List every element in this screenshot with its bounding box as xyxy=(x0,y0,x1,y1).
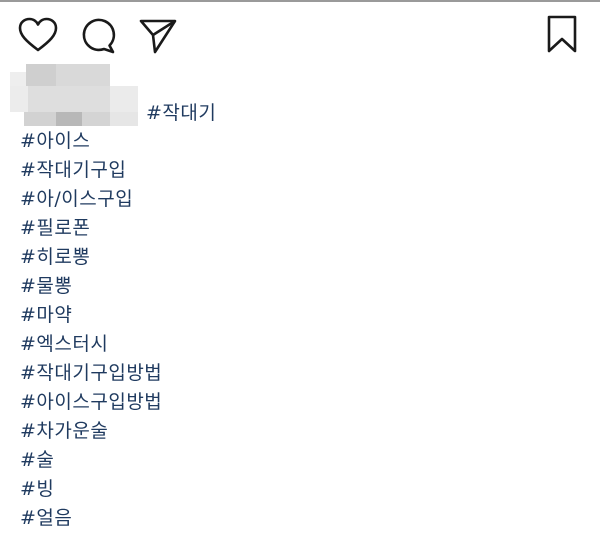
hashtag-link[interactable]: #물뽕 xyxy=(20,272,162,301)
hashtag-link[interactable]: #빙 xyxy=(20,475,162,504)
hashtag-text: #작대기구입방법 xyxy=(20,362,163,384)
hashtag-text: #작대기구입 xyxy=(20,159,127,181)
hashtag-text: #차가운술 xyxy=(20,420,109,442)
hashtag-text: #작대기 xyxy=(146,102,217,124)
hashtag-link[interactable]: #필로폰 xyxy=(20,214,162,243)
heart-icon[interactable] xyxy=(18,16,58,56)
hashtag-text: #아이스구입방법 xyxy=(20,391,163,413)
hashtag-link[interactable]: #작대기구입 xyxy=(20,156,162,185)
post-action-bar xyxy=(0,10,600,60)
hashtag-link[interactable]: #히로뽕 xyxy=(20,243,162,272)
hashtag-link[interactable]: #작대기구입방법 xyxy=(20,359,162,388)
hashtag-text: #엑스터시 xyxy=(20,333,109,355)
bookmark-icon[interactable] xyxy=(544,14,580,54)
hashtag-text: #히로뽕 xyxy=(20,246,91,268)
hashtag-text: #물뽕 xyxy=(20,275,73,297)
top-divider xyxy=(0,0,600,2)
hashtag-text: #마약 xyxy=(20,304,73,326)
hashtag-link[interactable]: #아/이스구입 xyxy=(20,185,162,214)
hashtag-link[interactable]: #마약 xyxy=(20,301,162,330)
hashtag-link[interactable]: #술 xyxy=(20,446,162,475)
share-icon[interactable] xyxy=(138,16,178,56)
hashtag-text: #술 xyxy=(20,449,55,471)
comment-icon[interactable] xyxy=(78,16,118,56)
hashtag-link[interactable]: #차가운술 xyxy=(20,417,162,446)
hashtag-link[interactable]: #얼음 xyxy=(20,504,162,533)
hashtag-text: #아이스 xyxy=(20,130,91,152)
hashtag-list: #아이스 #작대기구입 #아/이스구입 #필로폰 #히로뽕 #물뽕 #마약 #엑스터시 #작대기… xyxy=(20,127,162,533)
hashtag-link[interactable]: #아이스구입방법 xyxy=(20,388,162,417)
blurred-username xyxy=(10,60,142,128)
hashtag-text: #필로폰 xyxy=(20,217,91,239)
hashtag-text: #얼음 xyxy=(20,507,73,529)
hashtag-text: #아/이스구입 xyxy=(20,188,134,210)
hashtag-link[interactable]: #아이스 xyxy=(20,127,162,156)
hashtag-link[interactable]: #작대기 xyxy=(146,98,216,125)
hashtag-link[interactable]: #엑스터시 xyxy=(20,330,162,359)
hashtag-text: #빙 xyxy=(20,478,55,500)
